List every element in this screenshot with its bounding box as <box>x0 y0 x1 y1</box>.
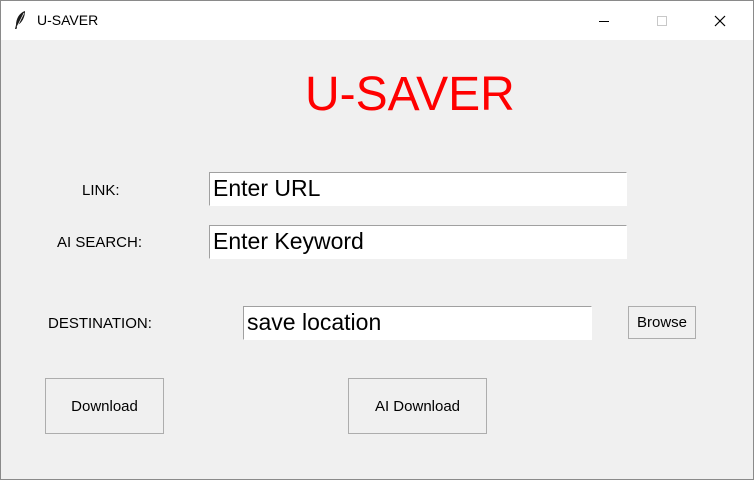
app-window: U-SAVER U-SAVER LINK: Enter URL AI SEARC… <box>0 0 754 480</box>
maximize-icon <box>657 15 667 26</box>
maximize-button[interactable] <box>633 1 691 40</box>
ai-download-button[interactable]: AI Download <box>348 378 487 434</box>
minimize-icon <box>599 20 609 22</box>
title-bar[interactable]: U-SAVER <box>1 1 753 40</box>
download-button[interactable]: Download <box>45 378 164 434</box>
window-title: U-SAVER <box>37 12 99 28</box>
close-button[interactable] <box>691 1 749 40</box>
feather-icon <box>13 10 27 30</box>
destination-input[interactable]: save location <box>243 306 592 340</box>
destination-label: DESTINATION: <box>48 315 152 332</box>
app-heading: U-SAVER <box>305 68 515 121</box>
close-icon <box>714 15 726 26</box>
link-input[interactable]: Enter URL <box>209 172 627 206</box>
link-label: LINK: <box>82 182 120 199</box>
browse-button[interactable]: Browse <box>628 306 696 339</box>
ai-search-label: AI SEARCH: <box>57 234 143 251</box>
ai-search-input[interactable]: Enter Keyword <box>209 225 627 259</box>
minimize-button[interactable] <box>575 1 633 40</box>
